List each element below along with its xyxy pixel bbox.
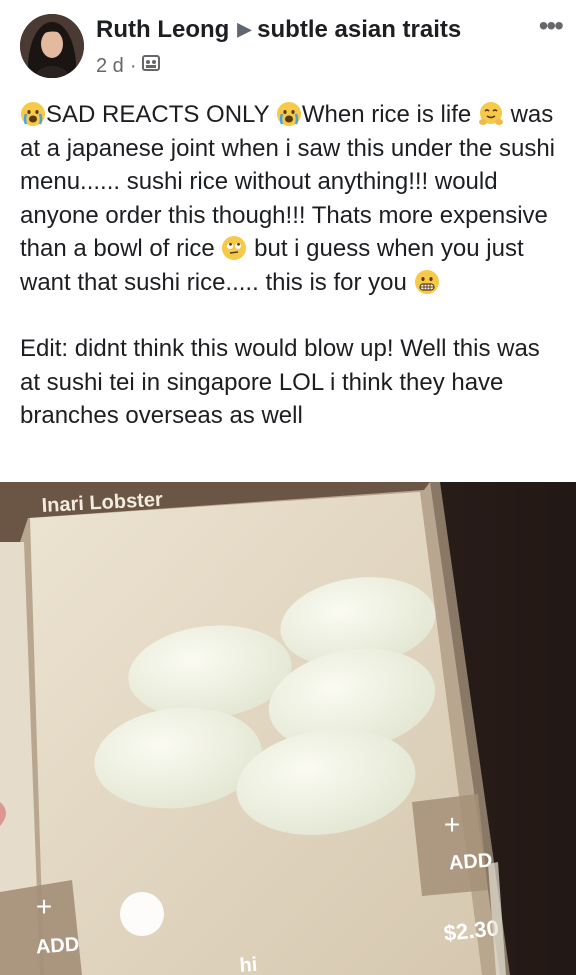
triangle-arrow-icon: ▶ [237, 19, 252, 39]
post-meta: 2 d · [96, 54, 161, 78]
text-rice-is-life: When rice is life [301, 101, 472, 128]
post-time[interactable]: 2 d [96, 55, 124, 78]
plus-icon: + [444, 809, 460, 840]
group-name[interactable]: subtle asian traits [257, 16, 461, 43]
circle-marker [120, 892, 164, 936]
author-line: Ruth Leong ▶ subtle asian traits [96, 16, 461, 44]
post-photo[interactable]: Inari Lobster + ADD + ADD $2.30 hi [0, 482, 576, 975]
text-sad-reacts: SAD REACTS ONLY [46, 101, 276, 128]
post-paragraph-edit: Edit: didnt think this would blow up! We… [20, 335, 540, 429]
plus-icon: + [36, 891, 52, 922]
privacy-group-icon [142, 54, 161, 78]
bottom-item-title: hi [239, 954, 258, 975]
more-options-icon[interactable]: ••• [539, 10, 564, 42]
hugging-face-icon [478, 102, 503, 125]
post-header: Ruth Leong ▶ subtle asian traits 2 d · ••• [0, 0, 576, 92]
add-label-right: ADD [448, 850, 493, 875]
rolling-eyes-icon [222, 236, 247, 260]
crying-face-icon [276, 102, 301, 126]
grimacing-face-icon [414, 269, 439, 294]
avatar[interactable] [20, 14, 84, 78]
crying-face-icon [21, 102, 45, 126]
author-name[interactable]: Ruth Leong [96, 16, 229, 43]
post-text: SAD REACTS ONLY When rice is life was at… [20, 98, 560, 433]
post-paragraph-1: SAD REACTS ONLY When rice is life was at… [20, 98, 560, 299]
separator-dot: · [129, 54, 137, 77]
add-label-left: ADD [35, 934, 80, 959]
menu-photo: Inari Lobster + ADD + ADD $2.30 hi [0, 482, 576, 975]
